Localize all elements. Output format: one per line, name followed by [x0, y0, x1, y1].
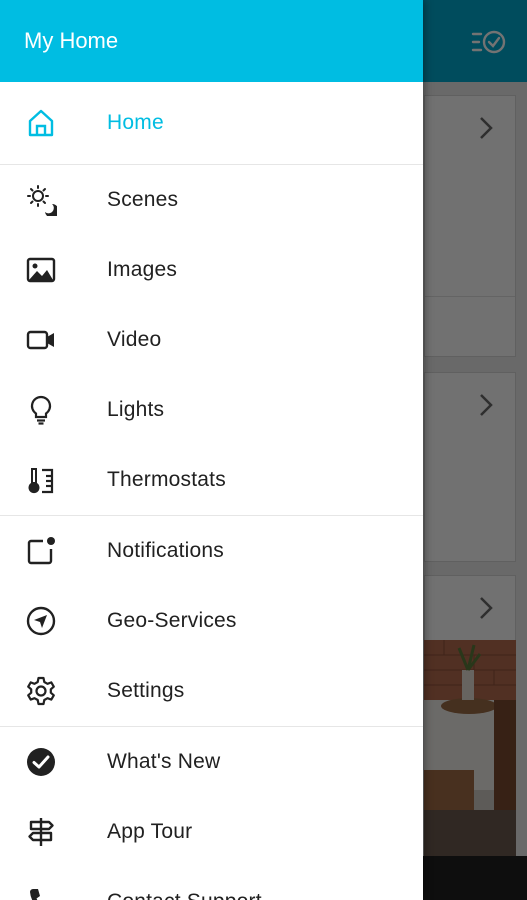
drawer-title: My Home — [24, 28, 119, 53]
nav-item-label: Notifications — [107, 539, 224, 562]
nav-item-label: Thermostats — [107, 468, 226, 491]
gear-icon — [23, 673, 59, 709]
navigation-icon — [23, 603, 59, 639]
nav-item-whats-new[interactable]: What's New — [0, 727, 423, 797]
nav-item-images[interactable]: Images — [0, 235, 423, 305]
drawer-header: My Home — [0, 0, 423, 82]
thermostat-icon — [23, 462, 59, 498]
nav-item-label: Home — [107, 111, 164, 134]
nav-item-label: Settings — [107, 679, 185, 702]
lightbulb-icon — [23, 392, 59, 428]
nav-item-label: Geo-Services — [107, 609, 237, 632]
nav-item-label: Contact Support — [107, 890, 262, 900]
nav-item-label: App Tour — [107, 820, 193, 843]
check-circle-icon — [23, 744, 59, 780]
signpost-icon — [23, 814, 59, 850]
nav-item-thermostats[interactable]: Thermostats — [0, 445, 423, 515]
nav-item-contact-support[interactable]: Contact Support — [0, 867, 423, 900]
nav-item-settings[interactable]: Settings — [0, 656, 423, 726]
nav-item-label: Lights — [107, 398, 165, 421]
phone-icon — [23, 884, 59, 900]
nav-item-label: Video — [107, 328, 162, 351]
nav-item-label: Images — [107, 258, 178, 281]
nav-item-lights[interactable]: Lights — [0, 375, 423, 445]
nav-item-home[interactable]: Home — [0, 82, 423, 164]
nav-item-notifications[interactable]: Notifications — [0, 516, 423, 586]
nav-item-label: Scenes — [107, 188, 179, 211]
nav-item-video[interactable]: Video — [0, 305, 423, 375]
nav-item-app-tour[interactable]: App Tour — [0, 797, 423, 867]
scenes-icon — [23, 182, 59, 218]
notification-icon — [23, 533, 59, 569]
nav-item-geo-services[interactable]: Geo-Services — [0, 586, 423, 656]
home-icon — [23, 105, 59, 141]
navigation-drawer: My Home Home Scenes Images Video Lights — [0, 0, 423, 900]
image-icon — [23, 252, 59, 288]
video-camera-icon — [23, 322, 59, 358]
nav-item-scenes[interactable]: Scenes — [0, 165, 423, 235]
nav-item-label: What's New — [107, 750, 221, 773]
